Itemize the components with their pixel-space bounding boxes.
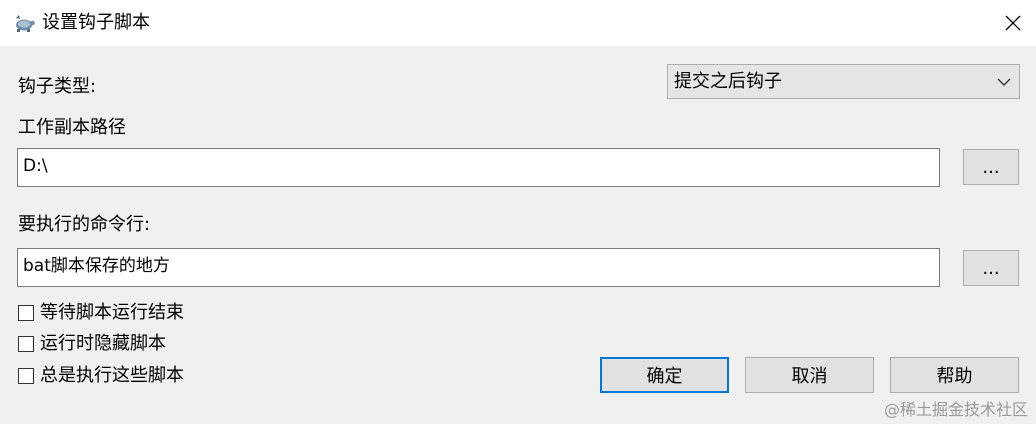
always-run-option[interactable]: 总是执行这些脚本	[18, 364, 184, 388]
title-bar: 设置钩子脚本	[0, 0, 1036, 46]
working-copy-path-value: D:\	[23, 156, 48, 176]
always-run-label: 总是执行这些脚本	[40, 365, 184, 386]
wait-for-script-option[interactable]: 等待脚本运行结束	[18, 301, 184, 325]
tortoise-app-icon	[16, 15, 35, 32]
browse-command-button[interactable]: ...	[963, 250, 1019, 286]
working-copy-path-input[interactable]: D:\	[17, 148, 940, 187]
command-line-value: bat脚本保存的地方	[23, 256, 170, 276]
hook-type-selected-value: 提交之后钩子	[674, 71, 782, 92]
hide-script-option[interactable]: 运行时隐藏脚本	[18, 332, 166, 356]
command-line-label: 要执行的命令行:	[18, 214, 151, 235]
close-icon	[1005, 15, 1021, 31]
window-title: 设置钩子脚本	[42, 12, 150, 33]
wait-for-script-label: 等待脚本运行结束	[40, 302, 184, 323]
browse-working-copy-label: ...	[982, 156, 1000, 178]
help-button-label: 帮助	[936, 366, 973, 387]
ok-button-label: 确定	[646, 366, 683, 387]
hook-type-select[interactable]: 提交之后钩子	[667, 64, 1020, 99]
cancel-button-label: 取消	[791, 366, 828, 387]
browse-command-label: ...	[982, 257, 1000, 279]
working-copy-label: 工作副本路径	[18, 117, 126, 138]
hook-type-label: 钩子类型:	[18, 76, 97, 97]
cancel-button[interactable]: 取消	[745, 357, 874, 393]
hide-script-label: 运行时隐藏脚本	[40, 333, 166, 354]
watermark-text: @稀土掘金技术社区	[883, 400, 1028, 419]
close-button[interactable]	[990, 0, 1036, 46]
wait-for-script-checkbox[interactable]	[18, 305, 34, 321]
hide-script-checkbox[interactable]	[18, 336, 34, 352]
help-button[interactable]: 帮助	[890, 357, 1019, 393]
command-line-input[interactable]: bat脚本保存的地方	[17, 248, 940, 287]
browse-working-copy-button[interactable]: ...	[963, 149, 1019, 185]
always-run-checkbox[interactable]	[18, 368, 34, 384]
chevron-down-icon	[997, 78, 1011, 86]
ok-button[interactable]: 确定	[600, 357, 729, 393]
